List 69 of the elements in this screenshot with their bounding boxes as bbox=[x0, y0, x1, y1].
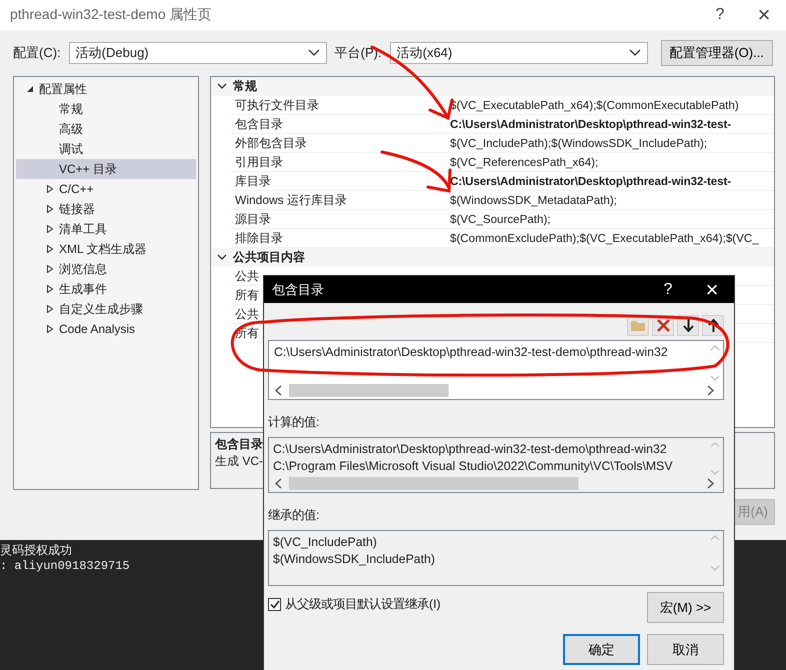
property-name[interactable]: 外部包含目录 bbox=[231, 134, 450, 152]
ok-button[interactable]: 确定 bbox=[563, 634, 640, 665]
tree-item[interactable]: 浏览信息 bbox=[16, 259, 196, 279]
collapsed-icon[interactable] bbox=[46, 285, 54, 293]
config-label: 配置(C): bbox=[13, 44, 61, 62]
platform-dropdown[interactable]: 活动(x64) bbox=[390, 42, 648, 64]
delete-icon bbox=[656, 319, 670, 332]
description-title: 包含目录 bbox=[215, 436, 263, 453]
dialog-title: 包含目录 bbox=[272, 280, 325, 298]
cancel-button[interactable]: 取消 bbox=[647, 634, 724, 665]
tree-item[interactable]: 配置属性 bbox=[16, 79, 196, 99]
property-value[interactable]: $(WindowsSDK_MetadataPath); bbox=[450, 194, 774, 206]
console-output: 灵码授权成功 : aliyun0918329715 bbox=[0, 543, 131, 575]
computed-path: C:\Program Files\Microsoft Visual Studio\2022\Community\VC\Tools\MSV bbox=[273, 459, 674, 475]
tree-item[interactable]: C/C++ bbox=[16, 179, 196, 199]
macro-button[interactable]: 宏(M) >> bbox=[647, 592, 724, 623]
tree-item[interactable]: 链接器 bbox=[16, 199, 196, 219]
help-button[interactable]: ? bbox=[646, 280, 690, 298]
tree-item[interactable]: 高级 bbox=[16, 119, 196, 139]
config-manager-button[interactable]: 配置管理器(O)... bbox=[660, 40, 773, 66]
property-value[interactable]: $(VC_IncludePath);$(WindowsSDK_IncludePath); bbox=[450, 136, 774, 150]
collapsed-icon[interactable] bbox=[46, 245, 54, 253]
property-name[interactable]: 可执行文件目录 bbox=[231, 96, 450, 114]
property-value[interactable]: $(VC_SourcePath); bbox=[450, 212, 774, 226]
property-value[interactable]: $(VC_ReferencesPath_x64); bbox=[450, 156, 774, 168]
property-name[interactable]: 排除目录 bbox=[231, 230, 450, 246]
up-arrow-icon bbox=[708, 319, 718, 332]
collapsed-icon[interactable] bbox=[46, 265, 54, 273]
collapsed-icon[interactable] bbox=[46, 205, 54, 213]
tree-item[interactable]: 自定义生成步骤 bbox=[16, 299, 196, 319]
close-button[interactable]: × bbox=[690, 276, 734, 302]
property-name[interactable]: 源目录 bbox=[231, 210, 450, 228]
inherit-label[interactable]: 从父级或项目默认设置继承(I) bbox=[285, 596, 441, 613]
config-dropdown[interactable]: 活动(Debug) bbox=[68, 42, 327, 64]
property-value[interactable]: $(CommonExcludePath);$(VC_ExecutablePath_x64);$(VC_ bbox=[450, 232, 774, 244]
collapsed-icon[interactable] bbox=[46, 305, 54, 313]
tree-item[interactable]: VC++ 目录 bbox=[16, 159, 196, 179]
section-title: 公共项目内容 bbox=[233, 249, 305, 266]
inherited-path: $(WindowsSDK_IncludePath) bbox=[273, 552, 436, 568]
inherit-checkbox[interactable] bbox=[268, 598, 281, 611]
description-text: 生成 VC- bbox=[215, 454, 263, 468]
close-button[interactable]: × bbox=[742, 2, 786, 28]
property-name[interactable]: 库目录 bbox=[231, 172, 450, 190]
section-title: 常规 bbox=[233, 78, 257, 95]
collapsed-icon[interactable] bbox=[46, 325, 54, 333]
down-arrow-icon bbox=[682, 319, 694, 332]
inherited-path: $(VC_IncludePath) bbox=[273, 535, 378, 551]
computed-label: 计算的值: bbox=[268, 414, 320, 431]
tree-item[interactable]: Code Analysis bbox=[16, 319, 196, 339]
computed-path: C:\Users\Administrator\Desktop\pthread-win32-test-demo\pthread-win32 bbox=[273, 442, 668, 458]
collapsed-icon[interactable] bbox=[46, 185, 54, 193]
tree-item[interactable]: XML 文档生成器 bbox=[16, 239, 196, 259]
property-name[interactable]: Windows 运行库目录 bbox=[231, 192, 450, 208]
tree-item[interactable]: 生成事件 bbox=[16, 279, 196, 299]
property-name[interactable]: 包含目录 bbox=[231, 116, 450, 132]
inherited-label: 继承的值: bbox=[268, 507, 320, 524]
tree-item[interactable]: 调试 bbox=[16, 139, 196, 159]
tree-item[interactable]: 清单工具 bbox=[16, 219, 196, 239]
collapse-icon[interactable] bbox=[217, 83, 227, 90]
folder-icon bbox=[630, 319, 646, 332]
property-name[interactable]: 引用目录 bbox=[231, 154, 450, 170]
window-title: pthread-win32-test-demo 属性页 bbox=[10, 6, 213, 24]
collapsed-icon[interactable] bbox=[46, 225, 54, 233]
collapse-icon[interactable] bbox=[217, 254, 227, 261]
property-value[interactable]: C:\Users\Administrator\Desktop\pthread-win32-test- bbox=[450, 118, 774, 130]
tree-item[interactable]: 常规 bbox=[16, 99, 196, 119]
help-button[interactable]: ? bbox=[698, 6, 742, 24]
expanded-icon[interactable] bbox=[26, 85, 34, 93]
annotation-arrow bbox=[380, 150, 452, 193]
